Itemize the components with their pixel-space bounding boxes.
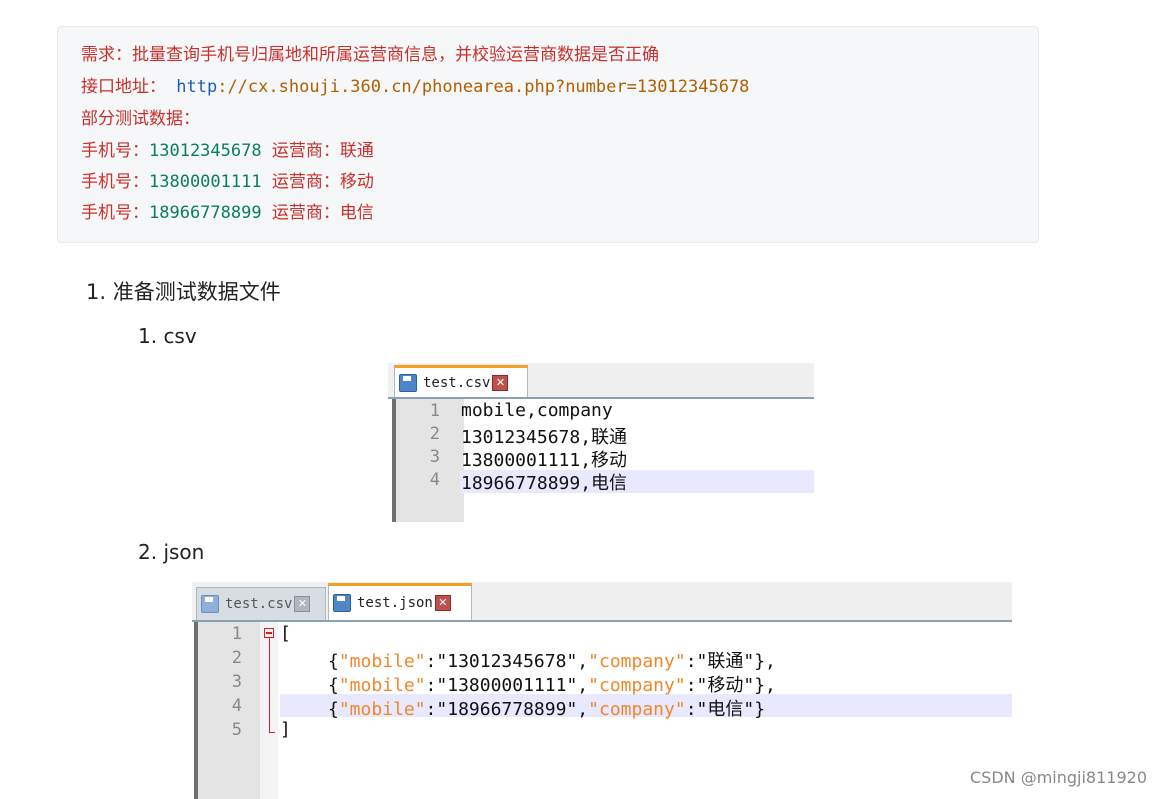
json-key: "mobile" xyxy=(338,699,426,720)
line-number: 4 xyxy=(231,696,242,716)
close-tab-icon[interactable]: ✕ xyxy=(492,374,509,391)
json-trail: }, xyxy=(754,651,776,672)
api-address-line: 接口地址： http://cx.shouji.360.cn/phonearea.… xyxy=(81,76,749,98)
list-item-prepare-data: 1. 准备测试数据文件 xyxy=(86,280,281,304)
fold-collapse-icon[interactable] xyxy=(264,628,274,638)
line-number: 3 xyxy=(429,447,440,467)
test-data-row: 手机号：13800001111 运营商：移动 xyxy=(81,171,374,193)
line-number: 5 xyxy=(231,720,242,740)
code-line: 18966778899,电信 xyxy=(461,473,628,494)
json-editor-window: test.csv ✕ test.json ✕ 1 2 3 4 5 [ {"mob… xyxy=(192,582,1012,799)
api-address-label: 接口地址： xyxy=(81,77,166,97)
json-editor-tabbar: test.csv ✕ test.json ✕ xyxy=(192,582,1012,622)
carrier-label: 运营商： xyxy=(271,172,340,192)
close-tab-icon[interactable]: ✕ xyxy=(294,596,311,612)
json-trail: } xyxy=(754,699,766,720)
test-data-row: 手机号：18966778899 运营商：电信 xyxy=(81,202,374,224)
line-number: 4 xyxy=(429,470,440,490)
api-url-scheme: http xyxy=(176,77,218,97)
line-number-gutter: 1 2 3 4 xyxy=(392,399,464,522)
csv-editor-window: test.csv ✕ 1 2 3 4 mobile,company 130123… xyxy=(388,363,814,522)
line-number: 1 xyxy=(231,624,242,644)
line-number: 2 xyxy=(231,648,242,668)
csv-editor-tabbar: test.csv ✕ xyxy=(388,363,814,399)
json-key: "mobile" xyxy=(338,675,426,696)
fold-guide-line xyxy=(269,638,270,732)
tab-test-csv[interactable]: test.csv ✕ xyxy=(196,587,326,620)
code-line: ] xyxy=(280,719,291,740)
list-subitem-json: 2. json xyxy=(138,540,205,564)
phone-label: 手机号： xyxy=(81,172,149,192)
list-subitem-csv: 1. csv xyxy=(138,324,197,348)
json-value: 18966778899 xyxy=(447,699,567,720)
save-file-icon xyxy=(201,595,219,613)
json-value: 13800001111 xyxy=(447,675,567,696)
line-number: 1 xyxy=(429,401,440,421)
requirement-line: 需求：批量查询手机号归属地和所属运营商信息，并校验运营商数据是否正确 xyxy=(81,45,659,65)
code-line: {"mobile":"13012345678","company":"联通"}, xyxy=(328,651,776,672)
json-value: 移动 xyxy=(707,675,744,696)
save-file-icon xyxy=(333,594,351,612)
tab-test-json[interactable]: test.json ✕ xyxy=(328,583,472,620)
code-line: [ xyxy=(280,623,291,644)
json-key: "company" xyxy=(588,651,686,672)
tab-label: test.csv xyxy=(423,374,491,391)
phone-label: 手机号： xyxy=(81,141,149,161)
close-tab-icon[interactable]: ✕ xyxy=(434,595,451,611)
code-line: {"mobile":"13800001111","company":"移动"}, xyxy=(328,675,776,696)
carrier-value: 联通 xyxy=(339,141,374,161)
json-trail: }, xyxy=(754,675,776,696)
line-number-gutter: 1 2 3 4 5 xyxy=(194,622,264,799)
tab-test-csv[interactable]: test.csv ✕ xyxy=(394,365,528,397)
json-value: 13012345678 xyxy=(447,651,567,672)
save-file-icon xyxy=(399,373,417,392)
json-key: "mobile" xyxy=(338,651,426,672)
line-number: 2 xyxy=(429,424,440,444)
code-line: mobile,company xyxy=(461,400,613,421)
carrier-label: 运营商： xyxy=(271,203,340,223)
line-number: 3 xyxy=(231,672,242,692)
carrier-value: 电信 xyxy=(339,203,374,223)
carrier-label: 运营商： xyxy=(271,141,340,161)
json-key: "company" xyxy=(588,675,686,696)
json-key: "company" xyxy=(588,699,686,720)
fold-end-marker xyxy=(269,732,275,733)
phone-number: 13800001111 xyxy=(149,172,262,192)
csdn-watermark: CSDN @mingji811920 xyxy=(970,768,1147,787)
test-data-row: 手机号：13012345678 运营商：联通 xyxy=(81,140,374,162)
tab-label: test.csv xyxy=(225,596,293,612)
json-value: 联通 xyxy=(707,651,744,672)
phone-number: 13012345678 xyxy=(149,141,262,161)
phone-label: 手机号： xyxy=(81,203,149,223)
requirement-code-block: 需求：批量查询手机号归属地和所属运营商信息，并校验运营商数据是否正确 接口地址：… xyxy=(57,26,1039,243)
tab-label: test.json xyxy=(357,595,433,611)
code-line: {"mobile":"18966778899","company":"电信"} xyxy=(328,699,766,720)
phone-number: 18966778899 xyxy=(149,203,262,223)
json-value: 电信 xyxy=(707,699,744,720)
test-data-label: 部分测试数据： xyxy=(81,109,200,129)
carrier-value: 移动 xyxy=(339,172,374,192)
api-url-rest: ://cx.shouji.360.cn/phonearea.php?number… xyxy=(217,77,750,97)
